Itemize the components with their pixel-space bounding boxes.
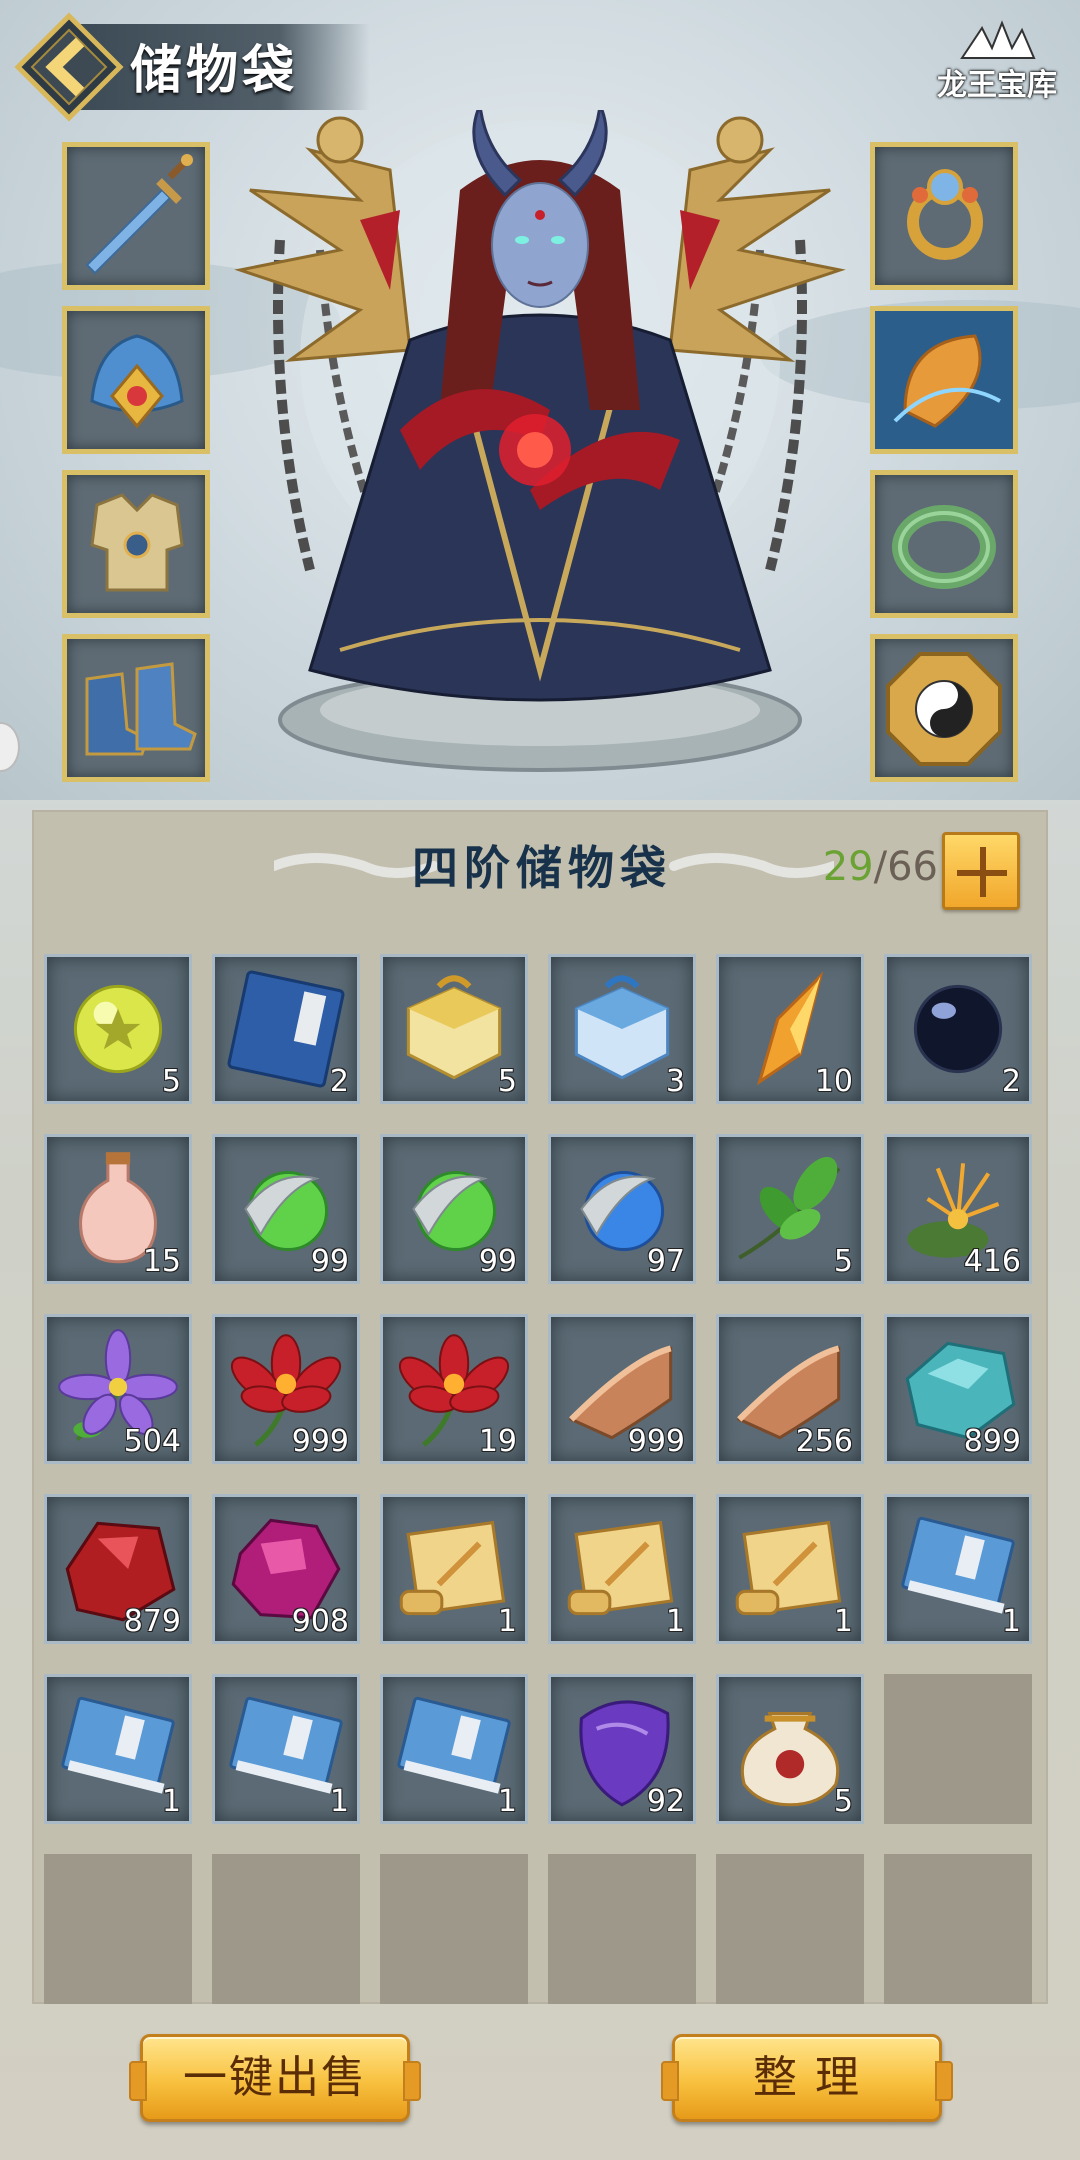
item-quantity: 256 — [795, 1424, 853, 1459]
item-quantity: 908 — [291, 1604, 349, 1639]
inventory-slot[interactable]: 879 — [44, 1494, 192, 1644]
inventory-slot[interactable]: 3 — [548, 954, 696, 1104]
armor-icon — [90, 493, 184, 592]
item-quantity: 1 — [665, 1604, 685, 1639]
item-quantity: 5 — [497, 1064, 517, 1099]
inventory-slot[interactable]: 99 — [212, 1134, 360, 1284]
character-portrait — [234, 110, 846, 772]
inventory-slot[interactable]: 1 — [548, 1494, 696, 1644]
item-quantity: 1 — [161, 1784, 181, 1819]
equip-slot-bracelet[interactable] — [870, 470, 1018, 618]
inventory-slot[interactable]: 19 — [380, 1314, 528, 1464]
capacity-separator: / — [873, 844, 888, 890]
inventory-slot[interactable]: 5 — [716, 1134, 864, 1284]
inventory-slot[interactable]: 5 — [716, 1674, 864, 1824]
back-button[interactable] — [14, 12, 124, 122]
item-quantity: 10 — [814, 1064, 853, 1099]
equip-slot-helmet[interactable] — [62, 306, 210, 454]
item-quantity: 97 — [646, 1244, 685, 1279]
item-quantity: 99 — [478, 1244, 517, 1279]
inventory-slot[interactable]: 15 — [44, 1134, 192, 1284]
inventory-slot[interactable]: 504 — [44, 1314, 192, 1464]
item-quantity: 15 — [142, 1244, 181, 1279]
logo-text: 龙王宝库 — [937, 68, 1057, 103]
item-quantity: 999 — [627, 1424, 685, 1459]
page-title: 储物袋 — [130, 40, 299, 101]
inventory-slot[interactable]: 1 — [380, 1494, 528, 1644]
item-quantity: 1 — [1001, 1604, 1021, 1639]
empty-inventory-slot[interactable] — [884, 1854, 1032, 2004]
inventory-slot[interactable]: 2 — [884, 954, 1032, 1104]
item-quantity: 19 — [478, 1424, 517, 1459]
inventory-slot[interactable]: 97 — [548, 1134, 696, 1284]
dragon-logo-icon — [960, 20, 1036, 59]
equip-slot-weapon[interactable] — [62, 142, 210, 290]
empty-inventory-slot[interactable] — [716, 1854, 864, 2004]
empty-inventory-slot[interactable] — [212, 1854, 360, 2004]
inventory-slot[interactable]: 1 — [44, 1674, 192, 1824]
inventory-slot[interactable]: 92 — [548, 1674, 696, 1824]
item-quantity: 2 — [1001, 1064, 1021, 1099]
sell-all-button[interactable]: 一键出售 — [129, 2034, 421, 2122]
inventory-slot[interactable]: 2 — [212, 954, 360, 1104]
inventory-slot[interactable]: 5 — [380, 954, 528, 1104]
item-quantity: 1 — [833, 1604, 853, 1639]
expand-bag-button[interactable] — [942, 832, 1020, 910]
item-quantity: 5 — [833, 1784, 853, 1819]
boots-icon — [85, 662, 197, 756]
dragon-king-treasury-logo[interactable]: 龙王宝库 — [932, 18, 1062, 128]
character-panel: 储物袋 龙王宝库 — [0, 0, 1080, 800]
bag-capacity: 29/66 — [823, 844, 938, 890]
item-quantity: 99 — [310, 1244, 349, 1279]
item-quantity: 1 — [329, 1784, 349, 1819]
used-slots: 29 — [822, 844, 874, 890]
item-quantity: 2 — [329, 1064, 349, 1099]
bagua-mirror-icon — [886, 652, 1002, 766]
item-quantity: 1 — [497, 1604, 517, 1639]
inventory-slot[interactable]: 1 — [212, 1674, 360, 1824]
item-quantity: 5 — [161, 1064, 181, 1099]
item-quantity: 416 — [963, 1244, 1021, 1279]
inventory-slot[interactable]: 899 — [884, 1314, 1032, 1464]
inventory-slot[interactable]: 256 — [716, 1314, 864, 1464]
equip-slot-ring[interactable] — [870, 142, 1018, 290]
organize-button[interactable]: 整 理 — [661, 2034, 953, 2122]
equip-slot-talisman[interactable] — [870, 634, 1018, 782]
inventory-slot[interactable]: 999 — [548, 1314, 696, 1464]
empty-inventory-slot[interactable] — [548, 1854, 696, 2004]
inventory-slot[interactable]: 1 — [716, 1494, 864, 1644]
item-quantity: 1 — [497, 1784, 517, 1819]
item-quantity: 879 — [123, 1604, 181, 1639]
inventory-slot[interactable]: 416 — [884, 1134, 1032, 1284]
storage-bag-panel: 四阶储物袋 29/66 5 2 5 3 10 2 15 99 99 97 5 416 504 999 19 9… — [32, 810, 1048, 2004]
empty-inventory-slot[interactable] — [884, 1674, 1032, 1824]
back-arrow-icon — [14, 12, 124, 122]
inventory-slot[interactable]: 1 — [380, 1674, 528, 1824]
crown-icon — [90, 334, 184, 429]
item-quantity: 5 — [833, 1244, 853, 1279]
item-quantity: 504 — [123, 1424, 181, 1459]
item-quantity: 899 — [963, 1424, 1021, 1459]
sword-icon — [85, 154, 193, 275]
inventory-slot[interactable]: 1 — [884, 1494, 1032, 1644]
item-quantity: 92 — [646, 1784, 685, 1819]
inventory-slot[interactable]: 99 — [380, 1134, 528, 1284]
inventory-slot[interactable]: 5 — [44, 954, 192, 1104]
jade-bracelet-icon — [892, 505, 996, 589]
item-quantity: 3 — [665, 1064, 685, 1099]
equip-slot-amulet[interactable] — [870, 306, 1018, 454]
equip-slot-boots[interactable] — [62, 634, 210, 782]
inventory-slot[interactable]: 908 — [212, 1494, 360, 1644]
empty-inventory-slot[interactable] — [380, 1854, 528, 2004]
inventory-slot[interactable]: 10 — [716, 954, 864, 1104]
ring-icon — [907, 169, 983, 260]
equip-slot-armor[interactable] — [62, 470, 210, 618]
inventory-slot[interactable]: 999 — [212, 1314, 360, 1464]
item-quantity: 999 — [291, 1424, 349, 1459]
floating-assist-button[interactable] — [0, 722, 20, 772]
total-slots: 66 — [887, 844, 938, 890]
empty-inventory-slot[interactable] — [44, 1854, 192, 2004]
amulet-icon — [875, 311, 1013, 449]
